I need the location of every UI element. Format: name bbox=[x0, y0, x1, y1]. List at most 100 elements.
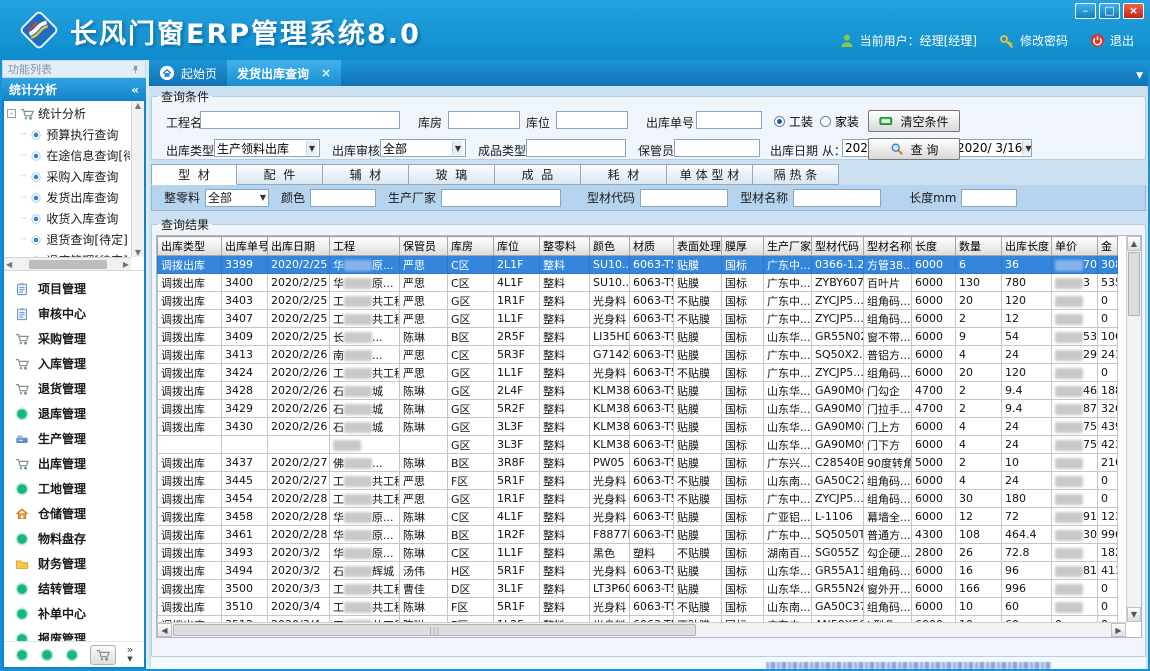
project-name-input[interactable] bbox=[200, 111, 400, 129]
change-password-button[interactable]: 修改密码 bbox=[999, 32, 1068, 49]
table-row[interactable]: 调拨出库34282020/2/26石城陈琳G区2L4F整料KLM38176063… bbox=[158, 382, 1118, 400]
maker-input[interactable] bbox=[441, 189, 561, 207]
maximize-button[interactable]: □ bbox=[1099, 3, 1120, 19]
table-row[interactable]: 调拨出库34032020/2/25工共工程严思G区1R1F整料光身料6063-T… bbox=[158, 292, 1118, 310]
material-tab-玻璃[interactable]: 玻 璃 bbox=[409, 164, 495, 185]
column-header-保管员[interactable]: 保管员 bbox=[400, 237, 448, 256]
whole-part-select[interactable]: 全部▼ bbox=[205, 189, 269, 207]
sidebar-section-header[interactable]: 统计分析 « bbox=[2, 78, 146, 101]
minimize-button[interactable]: – bbox=[1075, 3, 1096, 19]
column-header-生产厂家[interactable]: 生产厂家 bbox=[764, 237, 812, 256]
date-to-picker[interactable]: 2020/ 3/16▼ bbox=[954, 139, 1032, 157]
collapse-icon[interactable]: « bbox=[131, 83, 139, 97]
outbound-type-select[interactable]: 生产领料出库▼ bbox=[214, 139, 320, 157]
column-header-型材代码[interactable]: 型材代码 bbox=[812, 237, 864, 256]
sidebar-item-退库管理[interactable]: 退库管理 bbox=[4, 401, 144, 426]
column-header-数量[interactable]: 数量 bbox=[956, 237, 1002, 256]
sidebar-item-仓储管理[interactable]: 仓储管理 bbox=[4, 501, 144, 526]
close-button[interactable]: × bbox=[1123, 3, 1144, 19]
sidebar-item-出库管理[interactable]: 出库管理 bbox=[4, 451, 144, 476]
table-row[interactable]: 调拨出库34932020/3/2华原...陈琳C区1L1F整料黑色塑料不贴膜国标… bbox=[158, 544, 1118, 562]
sidebar-item-项目管理[interactable]: 项目管理 bbox=[4, 276, 144, 301]
tree-item-收货入库查询[interactable]: ┈收货入库查询 bbox=[7, 208, 130, 229]
column-header-单价[interactable]: 单价 bbox=[1052, 237, 1098, 256]
table-row[interactable]: 调拨出库34942020/3/2石辉城汤伟H区5R1F整料光身料6063-T5贴… bbox=[158, 562, 1118, 580]
table-row[interactable]: 调拨出库34612020/2/28华原...陈琳B区1R2F整料F8877FT6… bbox=[158, 526, 1118, 544]
tree-item-退货查询[待定][interactable]: ┈退货查询[待定] bbox=[7, 229, 130, 250]
audit-select[interactable]: 全部▼ bbox=[380, 139, 466, 157]
material-tab-单体型材[interactable]: 单 体 型 材 bbox=[667, 164, 753, 185]
sidebar-item-结转管理[interactable]: 结转管理 bbox=[4, 576, 144, 601]
sidebar-item-退货管理[interactable]: 退货管理 bbox=[4, 376, 144, 401]
tab-shipment-query[interactable]: 发货出库查询 × bbox=[227, 60, 341, 86]
vertical-scroll-thumb[interactable] bbox=[1128, 252, 1140, 316]
radio-industrial[interactable]: 工装 bbox=[774, 113, 813, 130]
table-row[interactable]: 调拨出库34452020/2/27工共工程严思F区5R1F整料光身料6063-T… bbox=[158, 472, 1118, 490]
table-row[interactable]: 调拨出库34582020/2/28华原...陈琳C区4L1F整料光身料6063-… bbox=[158, 508, 1118, 526]
horizontal-scroll-thumb[interactable]: ||| bbox=[173, 624, 696, 636]
location-input[interactable] bbox=[556, 111, 628, 129]
material-tab-辅材[interactable]: 辅 材 bbox=[323, 164, 409, 185]
sidebar-item-补单中心[interactable]: 补单中心 bbox=[4, 601, 144, 626]
tabbar-dropdown-icon[interactable]: ▼ bbox=[1136, 71, 1143, 81]
scroll-up-icon[interactable]: ▲ bbox=[1127, 236, 1141, 251]
column-header-出库类型[interactable]: 出库类型 bbox=[158, 237, 222, 256]
search-button[interactable]: 查 询 bbox=[868, 138, 960, 160]
table-row[interactable]: 调拨出库34002020/2/25华原...严思C区4L1F整料SU10...6… bbox=[158, 274, 1118, 292]
material-tab-成品[interactable]: 成 品 bbox=[495, 164, 581, 185]
quick-dot-icon[interactable] bbox=[15, 648, 29, 662]
color-input[interactable] bbox=[310, 189, 376, 207]
sidebar-item-报废管理[interactable]: 报废管理 bbox=[4, 626, 144, 641]
sidebar-item-审核中心[interactable]: 审核中心 bbox=[4, 301, 144, 326]
sidebar-item-采购管理[interactable]: 采购管理 bbox=[4, 326, 144, 351]
column-header-工程[interactable]: 工程 bbox=[330, 237, 400, 256]
sidebar-item-物料盘存[interactable]: 物料盘存 bbox=[4, 526, 144, 551]
tree-item-退库管理[待定][interactable]: ┈退库管理[待定] bbox=[7, 250, 130, 257]
warehouse-input[interactable] bbox=[448, 111, 520, 129]
clear-conditions-button[interactable]: 清空条件 bbox=[868, 110, 960, 132]
profile-code-input[interactable] bbox=[640, 189, 728, 207]
tree-item-发货出库查询[interactable]: ┈发货出库查询 bbox=[7, 187, 130, 208]
scroll-left-icon[interactable]: ◀ bbox=[157, 623, 172, 637]
quick-dot-icon[interactable] bbox=[40, 648, 54, 662]
vertical-scrollbar[interactable]: ▲ ▼ bbox=[1126, 236, 1141, 622]
material-tab-配件[interactable]: 配 件 bbox=[237, 164, 323, 185]
profile-name-input[interactable] bbox=[793, 189, 881, 207]
tree-horizontal-scrollbar[interactable]: ◀▶ bbox=[4, 257, 131, 270]
table-row[interactable]: 调拨出库34292020/2/26石城陈琳G区5R2F整料KLM38176063… bbox=[158, 400, 1118, 418]
table-row[interactable]: 调拨出库35102020/3/4工共工程陈琳F区5R1F整料光身料6063-T5… bbox=[158, 598, 1118, 616]
tree-vertical-scrollbar[interactable]: ▲▼ bbox=[131, 101, 144, 257]
sidebar-item-工地管理[interactable]: 工地管理 bbox=[4, 476, 144, 501]
column-header-出库长度[interactable]: 出库长度 bbox=[1002, 237, 1052, 256]
column-header-出库单号[interactable]: 出库单号 bbox=[222, 237, 268, 256]
table-row[interactable]: 调拨出库34542020/2/28工共工程严思G区1R1F整料光身料6063-T… bbox=[158, 490, 1118, 508]
table-row[interactable]: 调拨出库34302020/2/26石城陈琳G区3L3F整料KLM38176063… bbox=[158, 418, 1118, 436]
table-row[interactable]: 调拨出库34132020/2/26南...严思C区5R3F整料G71422606… bbox=[158, 346, 1118, 364]
column-header-膜厚[interactable]: 膜厚 bbox=[722, 237, 764, 256]
material-tab-耗材[interactable]: 耗 材 bbox=[581, 164, 667, 185]
column-header-型材名称[interactable]: 型材名称 bbox=[864, 237, 912, 256]
column-header-库房[interactable]: 库房 bbox=[448, 237, 494, 256]
column-header-出库日期[interactable]: 出库日期 bbox=[268, 237, 330, 256]
material-tab-型材[interactable]: 型 材 bbox=[151, 164, 237, 185]
tree-item-采购入库查询[interactable]: ┈采购入库查询 bbox=[7, 166, 130, 187]
logout-button[interactable]: 退出 bbox=[1090, 32, 1134, 49]
table-row[interactable]: 调拨出库34372020/2/27佛...陈琳B区3R8F整料PW056063-… bbox=[158, 454, 1118, 472]
tree-expander-icon[interactable]: - bbox=[7, 109, 16, 118]
tree-item-在途信息查询[待[interactable]: ┈在途信息查询[待 bbox=[7, 145, 130, 166]
material-tab-隔热条[interactable]: 隔 热 条 bbox=[753, 164, 839, 185]
tree-item-预算执行查询[interactable]: ┈预算执行查询 bbox=[7, 124, 130, 145]
column-header-表面处理[interactable]: 表面处理 bbox=[674, 237, 722, 256]
table-row[interactable]: 调拨出库35002020/3/3工共工程曹佳D区3L1F整料LT3P606063… bbox=[158, 580, 1118, 598]
pin-icon[interactable] bbox=[131, 65, 140, 74]
column-header-颜色[interactable]: 颜色 bbox=[590, 237, 630, 256]
column-header-材质[interactable]: 材质 bbox=[630, 237, 674, 256]
table-row[interactable]: G区3L3F整料KLM38176063-T5贴膜国标山东华...GA90M09.… bbox=[158, 436, 1118, 454]
column-header-整零料[interactable]: 整零料 bbox=[540, 237, 590, 256]
quick-dot-icon[interactable] bbox=[65, 648, 79, 662]
table-row[interactable]: 调拨出库34072020/2/25工共工程严思G区1L1F整料光身料6063-T… bbox=[158, 310, 1118, 328]
sidebar-item-入库管理[interactable]: 入库管理 bbox=[4, 351, 144, 376]
column-header-长度[interactable]: 长度 bbox=[912, 237, 956, 256]
table-row[interactable]: 调拨出库34242020/2/26工共工程严思G区1L1F整料光身料6063-T… bbox=[158, 364, 1118, 382]
radio-home[interactable]: 家装 bbox=[820, 113, 859, 130]
